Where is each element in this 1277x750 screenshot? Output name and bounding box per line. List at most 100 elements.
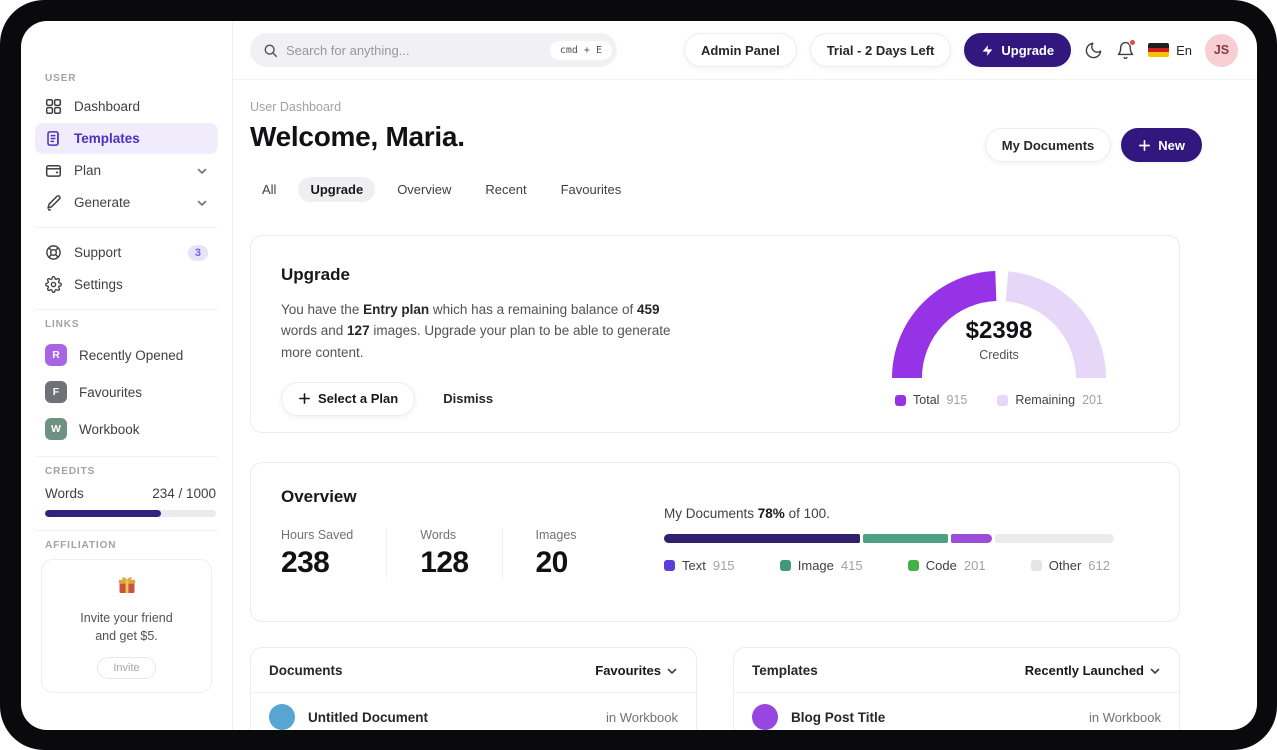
language-label[interactable]: En — [1176, 43, 1192, 58]
stat-hours-saved: Hours Saved 238 — [281, 528, 388, 580]
dashboard-grid-icon — [45, 98, 62, 115]
credits-value: 234 / 1000 — [152, 486, 216, 501]
templates-card: Templates Recently Launched Blog Post Ti… — [733, 647, 1180, 730]
link-initial-badge: W — [45, 418, 67, 440]
template-name: Blog Post Title — [791, 709, 886, 725]
documents-card-header: Documents Favourites — [251, 648, 696, 692]
sidebar-item-label: Favourites — [79, 384, 143, 400]
templates-card-title: Templates — [752, 663, 818, 678]
pencil-icon — [47, 195, 61, 211]
tab-upgrade[interactable]: Upgrade — [298, 177, 376, 202]
trial-button[interactable]: Trial - 2 Days Left — [809, 33, 952, 67]
sidebar-item-support[interactable]: Support 3 — [35, 237, 218, 268]
sidebar-section-credits: CREDITS — [45, 466, 96, 477]
admin-panel-button[interactable]: Admin Panel — [683, 33, 797, 67]
overview-legend: Text 915 Image 415 Code 201 Other 612 — [664, 558, 1114, 573]
invite-button[interactable]: Invite — [97, 657, 156, 680]
sidebar-item-dashboard[interactable]: Dashboard — [35, 91, 218, 122]
dark-mode-toggle[interactable] — [1084, 41, 1103, 60]
credits-row: Words 234 / 1000 — [35, 484, 218, 501]
documents-card-title: Documents — [269, 663, 343, 678]
gauge-legend: Total 915 Remaining 201 — [889, 393, 1109, 407]
sidebar-divider — [35, 456, 218, 457]
bar-segment-text — [664, 534, 860, 543]
select-plan-button[interactable]: Select a Plan — [281, 381, 416, 416]
sidebar-divider — [35, 227, 218, 228]
sidebar-item-label: Dashboard — [74, 99, 141, 114]
templates-filter-dropdown[interactable]: Recently Launched — [1025, 663, 1161, 678]
sidebar-divider — [35, 309, 218, 310]
sidebar-item-generate[interactable]: Generate — [35, 187, 218, 218]
sidebar-divider — [35, 530, 218, 531]
lifebuoy-icon — [46, 245, 61, 260]
bar-segment-other — [994, 534, 1114, 543]
legend-item-code: Code 201 — [907, 558, 986, 573]
link-initial-badge: R — [45, 344, 67, 366]
main-column: cmd + E Admin Panel Trial - 2 Days Left … — [233, 21, 1257, 730]
legend-swatch — [779, 560, 791, 571]
sidebar-item-templates[interactable]: Templates — [35, 123, 218, 154]
sidebar-item-label: Generate — [74, 195, 131, 210]
template-row[interactable]: Blog Post Title in Workbook — [734, 693, 1179, 730]
tab-recent[interactable]: Recent — [473, 177, 538, 202]
notifications-button[interactable] — [1116, 38, 1137, 60]
chevron-down-icon — [196, 165, 208, 177]
affiliation-card: Invite your friend and get $5. Invite — [41, 559, 212, 694]
search-icon — [264, 44, 278, 57]
bottom-cards: Documents Favourites Untitled Document i… — [250, 647, 1180, 730]
overview-card-title: Overview — [281, 487, 357, 506]
progress-text: My Documents 78% of 100. — [664, 506, 830, 521]
tab-overview[interactable]: Overview — [385, 177, 463, 202]
upgrade-card-actions: Select a Plan Dismiss — [281, 381, 673, 416]
templates-icon — [47, 131, 59, 146]
sidebar-link-workbook[interactable]: W Workbook — [35, 411, 218, 447]
header-actions: My Documents New — [984, 128, 1202, 162]
lightning-bolt-icon — [982, 44, 993, 56]
sidebar-link-favourites[interactable]: F Favourites — [35, 374, 218, 410]
user-avatar[interactable]: JS — [1205, 33, 1238, 67]
document-row[interactable]: Untitled Document in Workbook — [251, 693, 696, 730]
credits-label: Words — [45, 486, 84, 501]
upgrade-button[interactable]: Upgrade — [964, 33, 1072, 67]
legend-item-remaining: Remaining 201 — [997, 393, 1103, 407]
sidebar-link-recently-opened[interactable]: R Recently Opened — [35, 337, 218, 373]
sidebar-item-label: Workbook — [79, 421, 140, 437]
content-area: User Dashboard Welcome, Maria. My Docume… — [233, 80, 1257, 730]
page-title: Welcome, Maria. — [250, 121, 465, 152]
support-count-badge: 3 — [187, 244, 208, 261]
legend-swatch — [1030, 560, 1042, 571]
chevron-down-icon — [1150, 668, 1160, 674]
documents-progress: My Documents 78% of 100. Text 915 Image … — [664, 487, 1114, 597]
german-flag-icon[interactable] — [1148, 43, 1170, 57]
new-button[interactable]: New — [1121, 128, 1202, 162]
credits-gauge: $2398 Credits Total 915 Remaining 201 — [889, 267, 1109, 407]
sidebar-section-links: LINKS — [45, 319, 80, 330]
chevron-down-icon — [667, 668, 677, 674]
bar-segment-image — [862, 534, 949, 543]
sidebar-item-label: Support — [74, 245, 122, 260]
tab-all[interactable]: All — [250, 177, 288, 202]
search-shortcut-badge: cmd + E — [549, 40, 612, 60]
sidebar-item-label: Recently Opened — [79, 347, 184, 363]
bar-segment-code — [951, 534, 992, 543]
my-documents-button[interactable]: My Documents — [984, 128, 1112, 162]
tab-favourites[interactable]: Favourites — [549, 177, 634, 202]
link-initial-badge: F — [45, 381, 67, 403]
topbar: cmd + E Admin Panel Trial - 2 Days Left … — [233, 21, 1257, 80]
gauge-center-value: $2398 — [965, 317, 1033, 344]
search-input[interactable] — [286, 42, 542, 58]
dismiss-button[interactable]: Dismiss — [443, 391, 493, 406]
documents-filter-dropdown[interactable]: Favourites — [595, 663, 678, 678]
sidebar-item-settings[interactable]: Settings — [35, 269, 218, 300]
stat-words: Words 128 — [420, 528, 503, 580]
breadcrumb: User Dashboard — [250, 100, 342, 114]
upgrade-card: Upgrade You have the Entry plan which ha… — [250, 235, 1180, 433]
upgrade-card-body: You have the Entry plan which has a rema… — [281, 302, 671, 360]
topbar-actions: Admin Panel Trial - 2 Days Left Upgrade … — [683, 33, 1238, 67]
upgrade-card-title: Upgrade — [281, 265, 350, 284]
sidebar-item-plan[interactable]: Plan — [35, 155, 218, 186]
notification-dot — [1129, 38, 1137, 46]
gauge-chart: $2398 Credits — [891, 267, 1107, 381]
affiliation-text: Invite your friend and get $5. — [80, 611, 173, 644]
search-bar[interactable]: cmd + E — [250, 33, 617, 67]
